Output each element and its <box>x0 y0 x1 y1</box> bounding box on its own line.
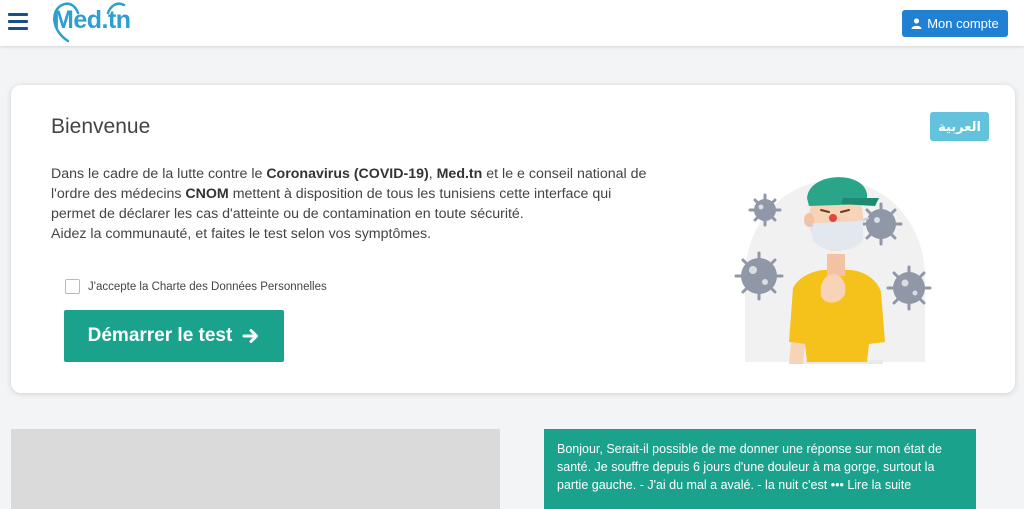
media-placeholder <box>11 429 500 509</box>
user-icon <box>911 18 922 29</box>
intro-text: Dans le cadre de la lutte contre le Coro… <box>51 166 647 242</box>
ellipsis-icon: ••• <box>830 478 844 492</box>
start-test-button[interactable]: Démarrer le test <box>64 310 284 362</box>
account-label: Mon compte <box>927 16 999 31</box>
language-arabic-button[interactable]: العربية <box>930 112 989 141</box>
testimonial-card[interactable]: Bonjour, Serait-il possible de me donner… <box>544 429 976 509</box>
account-button[interactable]: Mon compte <box>902 10 1008 37</box>
consent-label[interactable]: J'accepte la Charte des Données Personne… <box>88 281 327 293</box>
med-tn-logo[interactable]: Med.tn <box>48 1 144 43</box>
welcome-card: Bienvenue العربية Dans le cadre de la lu… <box>11 85 1015 393</box>
consent-checkbox[interactable] <box>65 279 80 294</box>
start-test-label: Démarrer le test <box>87 325 233 346</box>
arrow-right-icon <box>242 329 259 343</box>
page-title: Bienvenue <box>51 115 151 138</box>
masked-person-illustration <box>734 177 932 364</box>
read-more-link[interactable]: Lire la suite <box>847 478 911 492</box>
hamburger-icon[interactable] <box>8 13 28 30</box>
logo-text: Med.tn <box>53 6 131 34</box>
consent-row: J'accepte la Charte des Données Personne… <box>65 279 327 294</box>
top-navbar: Med.tn Mon compte <box>0 0 1024 46</box>
